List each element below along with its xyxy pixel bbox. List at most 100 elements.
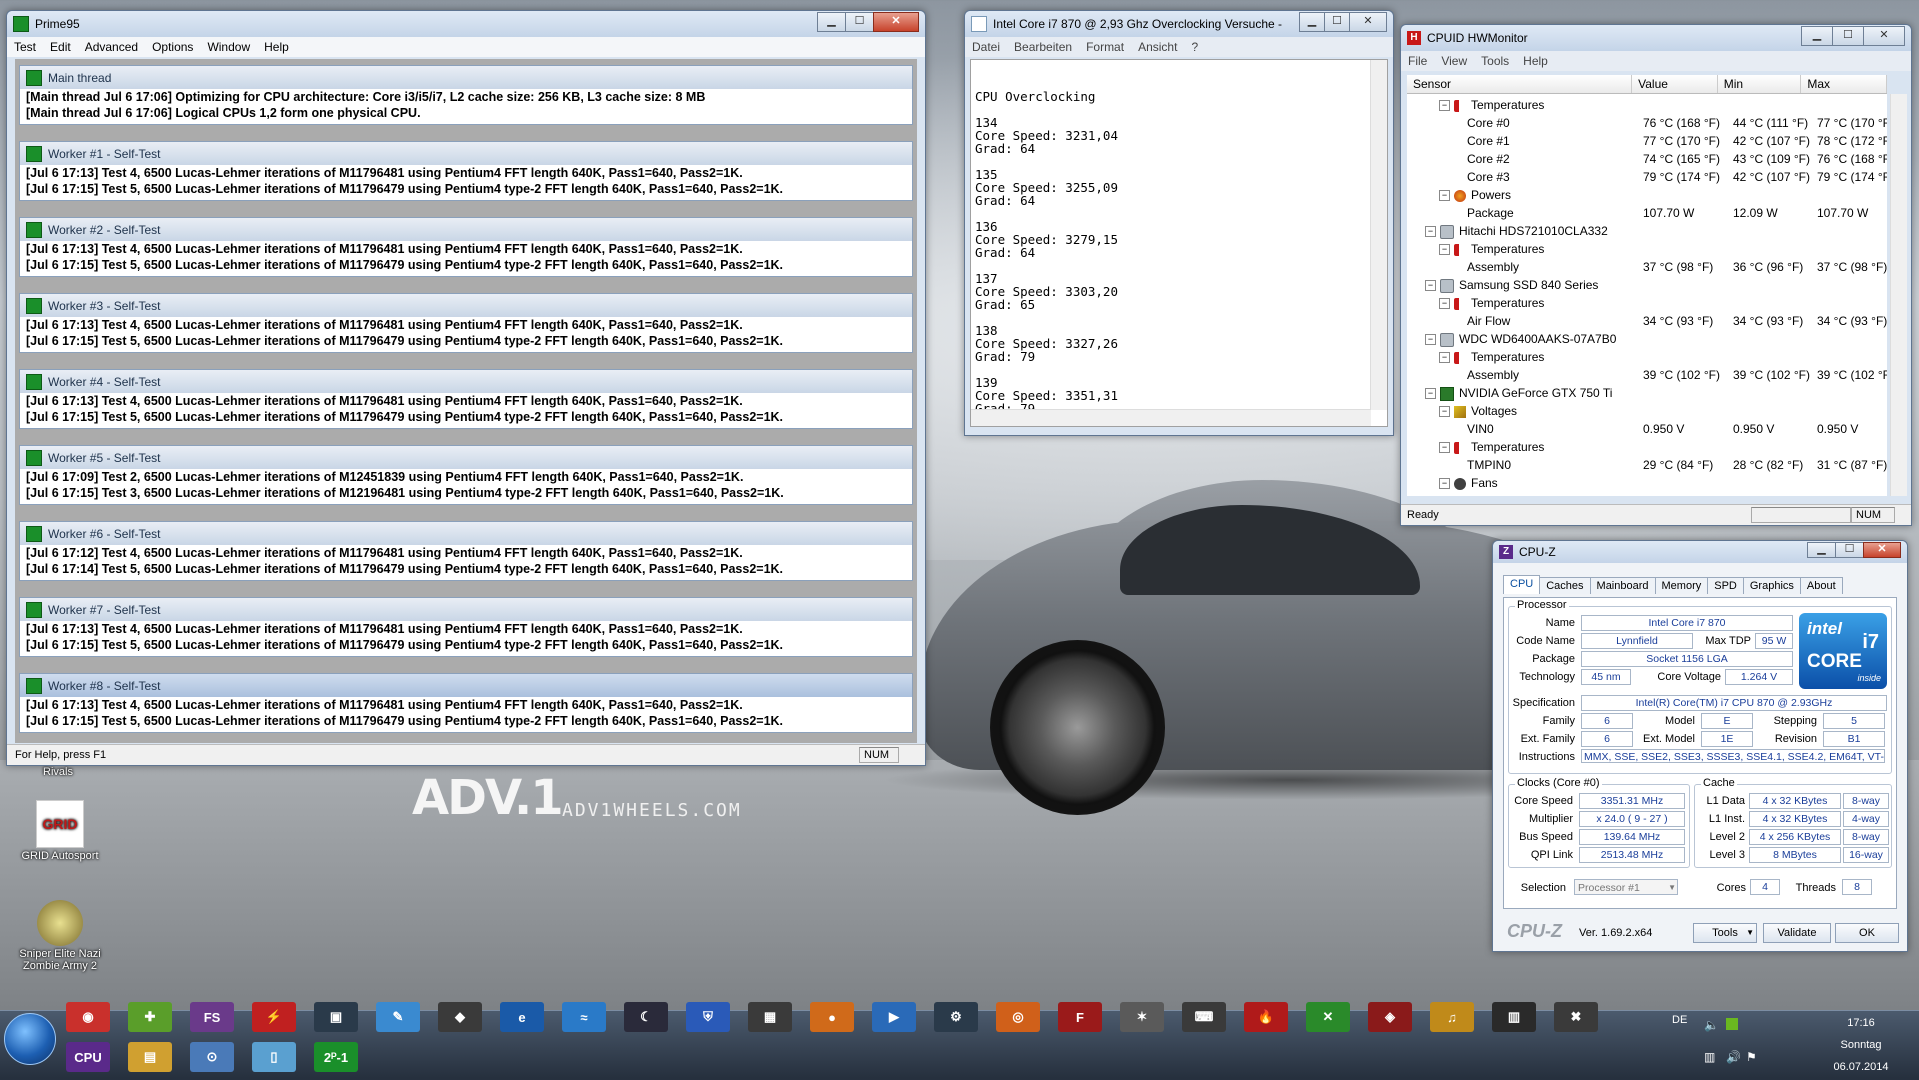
taskbar-game-f-icon[interactable]: F <box>1058 1002 1102 1032</box>
prime95-pane-main-thread[interactable]: Main thread [Main thread Jul 6 17:06] Op… <box>19 65 913 125</box>
menu-help[interactable]: Help <box>257 40 296 54</box>
menu-ansicht[interactable]: Ansicht <box>1131 40 1184 54</box>
nvidia-icon[interactable] <box>1726 1018 1738 1030</box>
menu-tools[interactable]: Tools <box>1474 54 1516 68</box>
taskbar-keyboard-icon[interactable]: ⌨ <box>1182 1002 1226 1032</box>
sensor-row[interactable]: Core #0 76 °C (168 °F) 44 °C (111 °F) 77 °C… <box>1407 114 1887 132</box>
column-sensor[interactable]: Sensor <box>1407 75 1633 93</box>
menu-help[interactable]: ? <box>1184 40 1205 54</box>
sensor-row[interactable]: Core #1 77 °C (170 °F) 42 °C (107 °F) 78 °C… <box>1407 132 1887 150</box>
taskbar-box-icon[interactable]: ◆ <box>438 1002 482 1032</box>
column-max[interactable]: Max <box>1801 75 1887 93</box>
tab-cpu[interactable]: CPU <box>1503 575 1541 594</box>
menu-format[interactable]: Format <box>1079 40 1131 54</box>
taskbar-moon-icon[interactable]: ☾ <box>624 1002 668 1032</box>
tab-spd[interactable]: SPD <box>1707 577 1744 594</box>
tools-button[interactable]: Tools ▼ <box>1693 923 1757 943</box>
taskbar-swirl-icon[interactable]: ≈ <box>562 1002 606 1032</box>
close-button[interactable]: ✕ <box>1863 542 1901 558</box>
prime95-pane-worker-6[interactable]: Worker #6 - Self-Test [Jul 6 17:12] Test… <box>19 521 913 581</box>
sensor-row[interactable]: − Temperatures <box>1407 294 1887 312</box>
taskbar-shield-icon[interactable]: ⛨ <box>686 1002 730 1032</box>
minimize-button[interactable]: ▁ <box>1801 26 1833 46</box>
menu-bearbeiten[interactable]: Bearbeiten <box>1007 40 1079 54</box>
ok-button[interactable]: OK <box>1835 923 1899 943</box>
speaker-icon[interactable]: 🔈 <box>1704 1018 1719 1032</box>
collapse-icon[interactable]: − <box>1439 298 1450 310</box>
taskbar-fire-icon[interactable]: 🔥 <box>1244 1002 1288 1032</box>
collapse-icon[interactable]: − <box>1425 388 1436 400</box>
flag-icon[interactable]: ⚑ <box>1746 1050 1757 1064</box>
collapse-icon[interactable]: − <box>1439 244 1450 256</box>
menu-file[interactable]: File <box>1401 54 1434 68</box>
column-value[interactable]: Value <box>1632 75 1718 93</box>
sensor-row[interactable]: Air Flow 34 °C (93 °F) 34 °C (93 °F) 34 °C … <box>1407 312 1887 330</box>
maximize-button[interactable]: ☐ <box>845 12 874 32</box>
minimize-button[interactable]: ▁ <box>1299 12 1325 32</box>
taskbar-explorer-icon[interactable]: ▤ <box>128 1042 172 1072</box>
taskbar-gpu-tool-icon[interactable]: ▣ <box>314 1002 358 1032</box>
collapse-icon[interactable]: − <box>1439 478 1450 490</box>
sensor-row[interactable]: − Powers <box>1407 186 1887 204</box>
minimize-button[interactable]: ▁ <box>1807 542 1836 558</box>
column-min[interactable]: Min <box>1718 75 1802 93</box>
maximize-button[interactable]: ☐ <box>1835 542 1864 558</box>
sensor-row[interactable]: − Voltages <box>1407 402 1887 420</box>
taskbar-msi-icon[interactable]: ◈ <box>1368 1002 1412 1032</box>
prime95-pane-worker-2[interactable]: Worker #2 - Self-Test [Jul 6 17:13] Test… <box>19 217 913 277</box>
taskbar-fs-icon[interactable]: FS <box>190 1002 234 1032</box>
sensor-row[interactable]: − Temperatures <box>1407 348 1887 366</box>
collapse-icon[interactable]: − <box>1439 406 1450 418</box>
tab-memory[interactable]: Memory <box>1654 577 1709 594</box>
menu-datei[interactable]: Datei <box>965 40 1007 54</box>
desktop-icon-sniper[interactable]: Sniper Elite Nazi Zombie Army 2 <box>10 900 110 972</box>
collapse-icon[interactable]: − <box>1439 100 1450 112</box>
notepad-window[interactable]: Intel Core i7 870 @ 2,93 Ghz Overclockin… <box>964 10 1394 436</box>
tab-mainboard[interactable]: Mainboard <box>1589 577 1656 594</box>
prime95-pane-worker-7[interactable]: Worker #7 - Self-Test [Jul 6 17:13] Test… <box>19 597 913 657</box>
menu-view[interactable]: View <box>1434 54 1474 68</box>
close-button[interactable]: ✕ <box>873 12 919 32</box>
taskbar-prime95-task-icon[interactable]: 2ᴾ-1 <box>314 1042 358 1072</box>
sensor-row[interactable]: − Fans <box>1407 474 1887 492</box>
maximize-button[interactable]: ☐ <box>1832 26 1864 46</box>
desktop-icon-rivals[interactable]: Rivals <box>8 766 108 778</box>
taskbar-bars-icon[interactable]: ▥ <box>1492 1002 1536 1032</box>
sensor-row[interactable]: Core #2 74 °C (165 °F) 43 °C (109 °F) 76 °C… <box>1407 150 1887 168</box>
sensor-row[interactable]: − Temperatures <box>1407 438 1887 456</box>
prime95-pane-worker-1[interactable]: Worker #1 - Self-Test [Jul 6 17:13] Test… <box>19 141 913 201</box>
notepad-titlebar[interactable]: Intel Core i7 870 @ 2,93 Ghz Overclockin… <box>965 11 1393 37</box>
sensor-row[interactable]: − Samsung SSD 840 Series <box>1407 276 1887 294</box>
sensor-row[interactable]: Assembly 39 °C (102 °F) 39 °C (102 °F) 39 °… <box>1407 366 1887 384</box>
collapse-icon[interactable]: − <box>1439 442 1450 454</box>
sensor-row[interactable]: − WDC WD6400AAKS-07A7B0 <box>1407 330 1887 348</box>
collapse-icon[interactable]: − <box>1425 334 1436 346</box>
menu-help[interactable]: Help <box>1516 54 1555 68</box>
sensor-tree[interactable]: − Temperatures Core #0 76 °C (168 °F) 44 °C … <box>1407 94 1887 496</box>
cpuz-titlebar[interactable]: Z CPU-Z ▁ ☐ ✕ <box>1493 541 1907 563</box>
sensor-row[interactable]: − Temperatures <box>1407 240 1887 258</box>
taskbar-steam-icon[interactable]: ⚙ <box>934 1002 978 1032</box>
prime95-window[interactable]: Prime95 ▁ ☐ ✕ Test Edit Advanced Options… <box>6 10 926 766</box>
taskbar-chip-icon[interactable]: ▦ <box>748 1002 792 1032</box>
sensor-row[interactable]: TMPIN0 29 °C (84 °F) 28 °C (82 °F) 31 °C (8… <box>1407 456 1887 474</box>
collapse-icon[interactable]: − <box>1439 352 1450 364</box>
language-indicator[interactable]: DE <box>1672 1014 1687 1026</box>
volume-icon[interactable]: 🔊 <box>1726 1050 1741 1064</box>
taskbar-xbox-icon[interactable]: ✚ <box>128 1002 172 1032</box>
taskbar-chrome-icon[interactable]: ◉ <box>66 1002 110 1032</box>
validate-button[interactable]: Validate <box>1763 923 1831 943</box>
collapse-icon[interactable]: − <box>1425 280 1436 292</box>
menu-options[interactable]: Options <box>145 40 200 54</box>
sensor-row[interactable]: − NVIDIA GeForce GTX 750 Ti <box>1407 384 1887 402</box>
taskbar-firefox-icon[interactable]: ● <box>810 1002 854 1032</box>
taskbar-media-center-icon[interactable]: ⊙ <box>190 1042 234 1072</box>
menu-advanced[interactable]: Advanced <box>78 40 145 54</box>
taskbar-paint-icon[interactable]: ✎ <box>376 1002 420 1032</box>
prime95-pane-worker-5[interactable]: Worker #5 - Self-Test [Jul 6 17:09] Test… <box>19 445 913 505</box>
sensor-row[interactable]: Core #3 79 °C (174 °F) 42 °C (107 °F) 79 °C… <box>1407 168 1887 186</box>
tab-about[interactable]: About <box>1799 577 1843 594</box>
taskbar-flash-icon[interactable]: ⚡ <box>252 1002 296 1032</box>
taskbar-headset-icon[interactable]: ♫ <box>1430 1002 1474 1032</box>
start-button[interactable] <box>4 1013 56 1065</box>
